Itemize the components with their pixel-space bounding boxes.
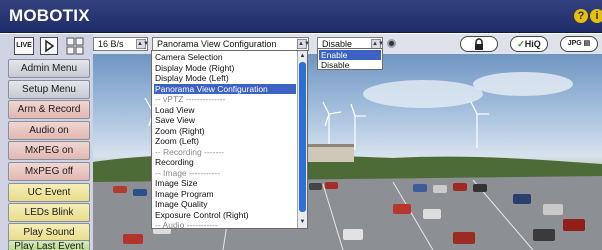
enable-option[interactable]: Disable <box>319 60 381 70</box>
view-mode-bar: LIVE <box>8 37 88 55</box>
dropdown-scrollbar[interactable]: ▲ ▼ <box>297 51 307 228</box>
framerate-select[interactable]: 16 B/s ▲▼ <box>93 37 149 51</box>
leds-blink-button[interactable]: LEDs Blink <box>8 203 90 222</box>
snapshot-button[interactable]: JPG ▤ <box>560 36 598 52</box>
menu-section-header: -- vPTZ -------------- <box>155 94 226 104</box>
menu-option[interactable]: Display Mode (Right) <box>154 63 296 74</box>
scrollbar-thumb[interactable] <box>299 62 306 212</box>
menu-option[interactable]: Camera Selection <box>154 52 296 63</box>
check-icon: ✓ <box>517 39 525 49</box>
framerate-value: 16 B/s <box>98 39 124 49</box>
play-last-event-button[interactable]: Play Last Event <box>8 240 90 250</box>
lock-icon <box>475 38 483 50</box>
menu-option[interactable]: Image Program <box>154 189 296 200</box>
hiq-button[interactable]: ✓HiQ <box>510 36 548 52</box>
menu-section-header: -- Audio ----------- <box>155 220 218 229</box>
grid-icon <box>66 37 84 55</box>
info-icon[interactable]: i <box>590 9 602 23</box>
enable-dropdown-list[interactable]: Enable Disable <box>317 48 383 70</box>
admin-menu-button[interactable]: Admin Menu <box>8 59 90 78</box>
menu-dropdown-list[interactable]: Camera Selection Display Mode (Right) Di… <box>151 50 308 229</box>
apply-dot-icon[interactable] <box>387 39 396 48</box>
save-icon: ▤ <box>581 40 591 47</box>
jpg-label: JPG <box>567 40 582 47</box>
uc-event-button[interactable]: UC Event <box>8 183 90 202</box>
menu-option[interactable]: Image Quality <box>154 199 296 210</box>
menu-option[interactable]: Load View <box>154 105 296 116</box>
brand-logo: MOBOTIX <box>9 6 90 25</box>
title-bar: MOBOTIX ? i <box>0 0 602 33</box>
menu-select[interactable]: Panorama View Configuration ▲▼ <box>152 37 310 51</box>
menu-option-selected[interactable]: Panorama View Configuration <box>154 83 296 94</box>
menu-option[interactable]: Exposure Control (Right) <box>154 210 296 221</box>
help-icon[interactable]: ? <box>574 9 588 23</box>
menu-option[interactable]: Zoom (Right) <box>154 126 296 137</box>
play-icon <box>45 39 55 53</box>
hiq-label: HiQ <box>524 39 541 49</box>
left-panel: LIVE Admin Menu Setup Menu Arm & Record … <box>0 34 93 250</box>
audio-on-button[interactable]: Audio on <box>8 121 90 140</box>
live-view-button[interactable]: LIVE <box>14 37 34 55</box>
enable-option-selected[interactable]: Enable <box>319 50 381 60</box>
lock-button[interactable] <box>460 36 498 52</box>
chevron-down-icon: ▲▼ <box>136 39 149 49</box>
mxpeg-off-button[interactable]: MxPEG off <box>8 162 90 181</box>
menu-section-header: -- Recording ------- <box>155 146 224 157</box>
setup-menu-button[interactable]: Setup Menu <box>8 80 90 99</box>
grid-view-button[interactable] <box>66 37 84 55</box>
menu-option[interactable]: Recording <box>154 157 296 168</box>
menu-option[interactable]: Display Mode (Left) <box>154 73 296 84</box>
menu-section-header: -- Image ----------- <box>155 167 221 178</box>
scroll-down-icon[interactable]: ▼ <box>298 217 307 227</box>
chevron-down-icon: ▲▼ <box>297 39 310 49</box>
mxpeg-on-button[interactable]: MxPEG on <box>8 141 90 160</box>
menu-option[interactable]: Image Size <box>154 178 296 189</box>
scroll-up-icon[interactable]: ▲ <box>298 51 307 61</box>
arm-record-button[interactable]: Arm & Record <box>8 100 90 119</box>
menu-option[interactable]: Save View <box>154 115 296 126</box>
menu-option[interactable]: Zoom (Left) <box>154 136 296 147</box>
menu-select-value: Panorama View Configuration <box>157 39 277 49</box>
play-button[interactable] <box>40 37 58 55</box>
